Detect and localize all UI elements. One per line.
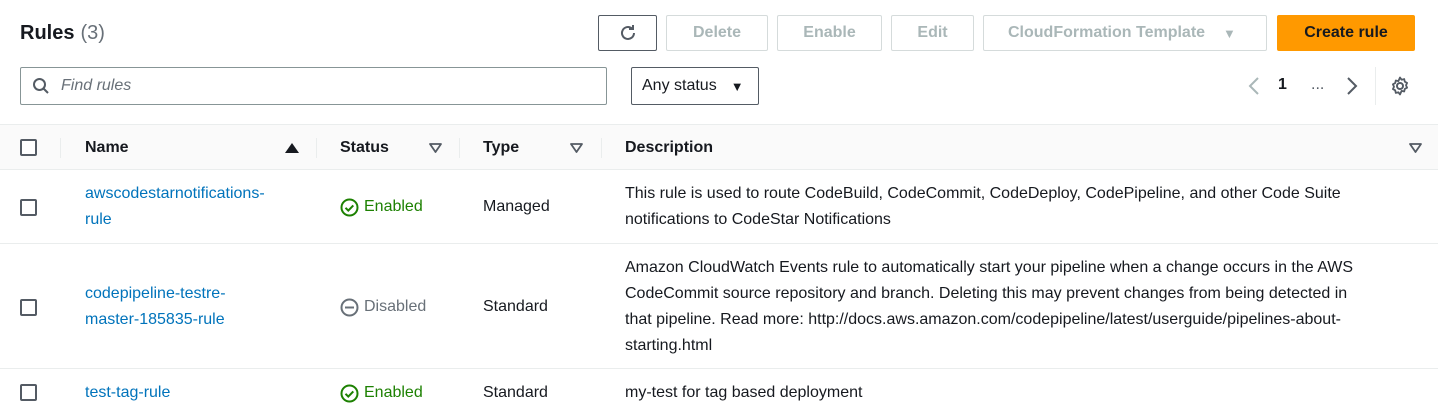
delete-button[interactable]: Delete [666, 15, 768, 51]
table-row[interactable]: codepipeline-testre- master-185835-rule … [0, 244, 1438, 369]
column-divider [316, 138, 317, 158]
description-line: notifications to CodeStar Notifications [625, 211, 891, 228]
cloudformation-template-button[interactable]: CloudFormation Template ▼ [983, 15, 1267, 51]
rule-name-link[interactable]: codepipeline-testre- master-185835-rule [85, 281, 226, 333]
page-ellipsis: ... [1311, 76, 1325, 93]
rule-name-link[interactable]: awscodestarnotifications- rule [85, 181, 265, 233]
status-filter-select[interactable]: Any status ▼ [631, 67, 759, 105]
minus-circle-icon [340, 298, 359, 316]
status-badge: Disabled [340, 294, 426, 320]
search-icon [21, 77, 61, 95]
column-divider [601, 138, 602, 158]
refresh-icon [620, 25, 635, 40]
rule-count: (3) [80, 22, 105, 44]
next-page-button[interactable] [1342, 74, 1362, 98]
rule-type: Standard [483, 384, 548, 401]
refresh-button[interactable] [598, 15, 657, 51]
column-header-type[interactable]: Type [483, 125, 519, 171]
page-title: Rules (3) [20, 20, 105, 46]
select-all-checkbox[interactable] [20, 139, 37, 156]
page-number-current[interactable]: 1 [1278, 76, 1287, 94]
description-line: This rule is used to route CodeBuild, Co… [625, 185, 1341, 202]
table-row[interactable]: test-tag-rule Enabled Standard my-test f… [0, 369, 1438, 419]
row-checkbox[interactable] [20, 199, 37, 216]
column-header-description[interactable]: Description [625, 125, 713, 171]
description-line: Amazon CloudWatch Events rule to automat… [625, 259, 1354, 276]
chevron-left-icon [1248, 77, 1259, 95]
page-title-text: Rules [20, 22, 75, 44]
check-circle-icon [340, 384, 359, 402]
status-badge: Enabled [340, 194, 423, 220]
description-line: that pipeline. Read more: http://docs.aw… [625, 311, 1341, 328]
description-line: CodeCommit source repository and branch.… [625, 285, 1348, 302]
row-checkbox[interactable] [20, 384, 37, 401]
rule-type: Managed [483, 198, 550, 215]
table-header: Name Status Type Description [0, 124, 1438, 170]
rule-description: This rule is used to route CodeBuild, Co… [625, 181, 1341, 233]
table-row[interactable]: awscodestarnotifications- rule Enabled M… [0, 170, 1438, 244]
sort-caret-down-icon[interactable] [429, 125, 442, 171]
gear-icon [1392, 76, 1408, 96]
search-box [20, 67, 607, 105]
row-checkbox[interactable] [20, 299, 37, 316]
rule-description: Amazon CloudWatch Events rule to automat… [625, 255, 1353, 359]
caret-down-icon: ▼ [730, 78, 744, 94]
rule-name-link[interactable]: test-tag-rule [85, 380, 170, 406]
edit-button[interactable]: Edit [891, 15, 974, 51]
check-circle-icon [340, 198, 359, 216]
status-filter-value: Any status [642, 77, 717, 94]
status-text: Enabled [364, 384, 423, 401]
column-header-name[interactable]: Name [85, 125, 129, 171]
cloudformation-template-label: CloudFormation Template [1008, 24, 1206, 41]
rule-name-line: master-185835-rule [85, 311, 225, 328]
rule-description: my-test for tag based deployment [625, 384, 863, 401]
enable-button[interactable]: Enable [777, 15, 882, 51]
rule-name-line: awscodestarnotifications- [85, 185, 265, 202]
caret-down-icon: ▼ [1223, 25, 1236, 41]
sort-ascending-icon[interactable] [285, 125, 299, 171]
sort-caret-down-icon[interactable] [1409, 125, 1422, 171]
description-line: starting.html [625, 337, 713, 354]
column-header-status[interactable]: Status [340, 125, 389, 171]
search-input[interactable] [61, 77, 581, 95]
column-divider [459, 138, 460, 158]
rule-name-line: codepipeline-testre- [85, 285, 226, 302]
status-badge: Enabled [340, 380, 423, 406]
pagination-divider [1375, 67, 1376, 105]
create-rule-button[interactable]: Create rule [1277, 15, 1415, 51]
chevron-right-icon [1347, 77, 1358, 95]
previous-page-button[interactable] [1244, 74, 1264, 98]
preferences-button[interactable] [1389, 75, 1411, 97]
rule-type: Standard [483, 298, 548, 315]
status-text: Disabled [364, 298, 427, 315]
rule-name-line: rule [85, 211, 112, 228]
sort-caret-down-icon[interactable] [570, 125, 583, 171]
column-divider [60, 138, 61, 158]
status-text: Enabled [364, 198, 423, 215]
